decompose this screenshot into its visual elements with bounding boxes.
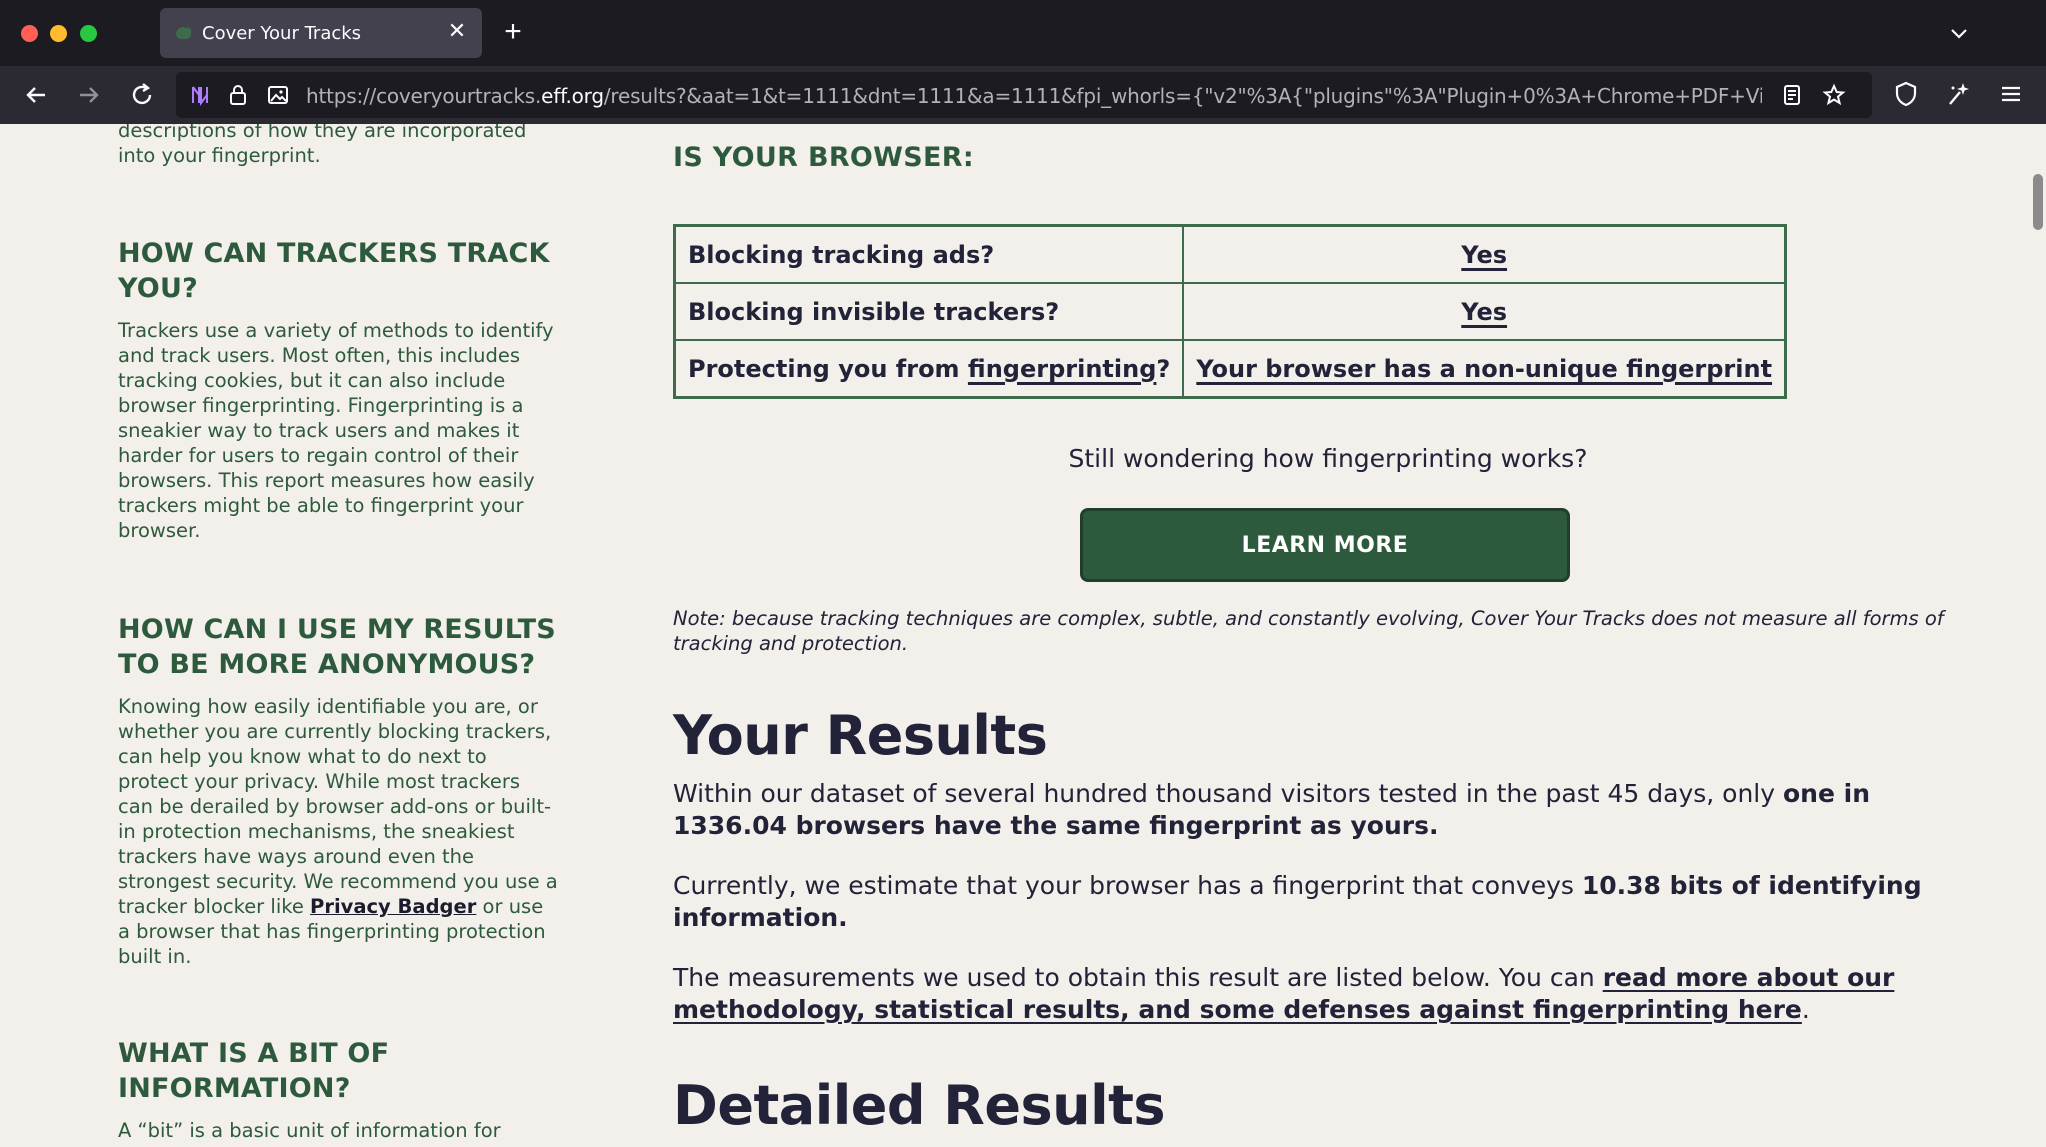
tab-close-icon[interactable]: ✕ bbox=[444, 18, 470, 44]
p3-text: The measurements we used to obtain this … bbox=[673, 963, 1603, 992]
is-your-browser-heading: IS YOUR BROWSER: bbox=[673, 142, 974, 173]
lock-icon[interactable] bbox=[226, 83, 250, 107]
tab-cover-your-tracks[interactable]: Cover Your Tracks ✕ bbox=[160, 8, 482, 58]
bookmark-star-icon[interactable] bbox=[1822, 83, 1846, 107]
fingerprinting-link[interactable]: fingerprinting bbox=[968, 355, 1156, 383]
p1-text: Within our dataset of several hundred th… bbox=[673, 779, 1783, 808]
privacy-badger-link[interactable]: Privacy Badger bbox=[310, 895, 476, 918]
row-answer: Yes bbox=[1182, 282, 1787, 341]
answer-link[interactable]: Your browser has a non-unique fingerprin… bbox=[1196, 355, 1772, 383]
table-row: Blocking invisible trackers? Yes bbox=[673, 282, 1787, 341]
address-bar[interactable]: https://coveryourtracks.eff.org/results?… bbox=[176, 72, 1872, 118]
url-path: /results?&aat=1&t=1111&dnt=1111&a=1111&f… bbox=[603, 84, 1872, 108]
sidebar-body-track: Trackers use a variety of methods to ide… bbox=[118, 319, 554, 542]
sidebar-body-anonymous: Knowing how easily identifiable you are,… bbox=[118, 694, 558, 969]
note-text: Note: because tracking techniques are co… bbox=[673, 607, 1944, 655]
list-all-tabs-icon[interactable] bbox=[1946, 20, 1972, 46]
image-permission-icon[interactable] bbox=[266, 83, 290, 107]
sidebar-heading-bit: WHAT IS A BIT OF INFORMATION? bbox=[118, 1038, 390, 1104]
back-arrow-icon[interactable] bbox=[20, 79, 52, 111]
row-question: Protecting you from fingerprinting? bbox=[673, 339, 1185, 399]
anonymous-text-a: Knowing how easily identifiable you are,… bbox=[118, 695, 558, 918]
extensions-sparkle-icon[interactable] bbox=[1944, 80, 1972, 108]
browser-results-table: Blocking tracking ads? Yes Blocking invi… bbox=[673, 224, 1788, 399]
menu-icon[interactable] bbox=[1997, 80, 2025, 108]
page-scrollbar[interactable] bbox=[2030, 124, 2046, 1147]
site-favicon-icon bbox=[176, 27, 192, 40]
url-actions bbox=[1762, 72, 1872, 118]
results-paragraph-3: The measurements we used to obtain this … bbox=[673, 962, 1963, 1026]
forward-arrow-icon[interactable] bbox=[73, 79, 105, 111]
still-wondering-text: Still wondering how fingerprinting works… bbox=[1068, 444, 1588, 473]
table-row: Blocking tracking ads? Yes bbox=[673, 224, 1787, 284]
extension-icon[interactable] bbox=[188, 83, 212, 107]
detailed-results-heading: Detailed Results bbox=[673, 1074, 1166, 1137]
question-prefix: Protecting you from bbox=[688, 354, 968, 383]
question-suffix: ? bbox=[1156, 354, 1171, 383]
learn-more-button[interactable]: LEARN MORE bbox=[1080, 508, 1570, 582]
p3-period: . bbox=[1801, 995, 1810, 1024]
tab-title: Cover Your Tracks bbox=[202, 23, 362, 44]
results-paragraph-1: Within our dataset of several hundred th… bbox=[673, 778, 1963, 842]
sidebar-body-bit: A “bit” is a basic unit of information f… bbox=[118, 1119, 501, 1142]
row-question: Blocking invisible trackers? bbox=[673, 282, 1185, 341]
reader-view-icon[interactable] bbox=[1780, 83, 1804, 107]
answer-link[interactable]: Yes bbox=[1461, 298, 1507, 326]
table-row: Protecting you from fingerprinting? Your… bbox=[673, 339, 1787, 399]
results-paragraph-2: Currently, we estimate that your browser… bbox=[673, 870, 1963, 934]
sidebar-heading-track: HOW CAN TRACKERS TRACK YOU? bbox=[118, 238, 550, 304]
url-domain: eff.org bbox=[541, 84, 604, 108]
row-answer: Your browser has a non-unique fingerprin… bbox=[1182, 339, 1787, 399]
scrollbar-thumb[interactable] bbox=[2033, 174, 2043, 230]
page-content: descriptions of how they are incorporate… bbox=[0, 124, 2030, 1147]
window-close-button[interactable] bbox=[21, 25, 38, 42]
new-tab-button[interactable]: + bbox=[497, 16, 529, 48]
row-question: Blocking tracking ads? bbox=[673, 224, 1185, 284]
reload-icon[interactable] bbox=[126, 79, 158, 111]
answer-link[interactable]: Yes bbox=[1461, 241, 1507, 269]
url-prefix: https://coveryourtracks. bbox=[306, 84, 542, 108]
window-zoom-button[interactable] bbox=[80, 25, 97, 42]
tab-strip: Cover Your Tracks ✕ + bbox=[0, 0, 2046, 66]
your-results-heading: Your Results bbox=[673, 704, 1048, 767]
url-text[interactable]: https://coveryourtracks.eff.org/results?… bbox=[306, 84, 1872, 108]
navigation-toolbar: https://coveryourtracks.eff.org/results?… bbox=[0, 66, 2046, 124]
window-minimize-button[interactable] bbox=[50, 25, 67, 42]
p2-text: Currently, we estimate that your browser… bbox=[673, 871, 1582, 900]
shield-icon[interactable] bbox=[1892, 80, 1920, 108]
row-answer: Yes bbox=[1182, 224, 1787, 284]
sidebar-intro-tail: descriptions of how they are incorporate… bbox=[118, 124, 527, 167]
sidebar-heading-anonymous: HOW CAN I USE MY RESULTS TO BE MORE ANON… bbox=[118, 614, 556, 680]
